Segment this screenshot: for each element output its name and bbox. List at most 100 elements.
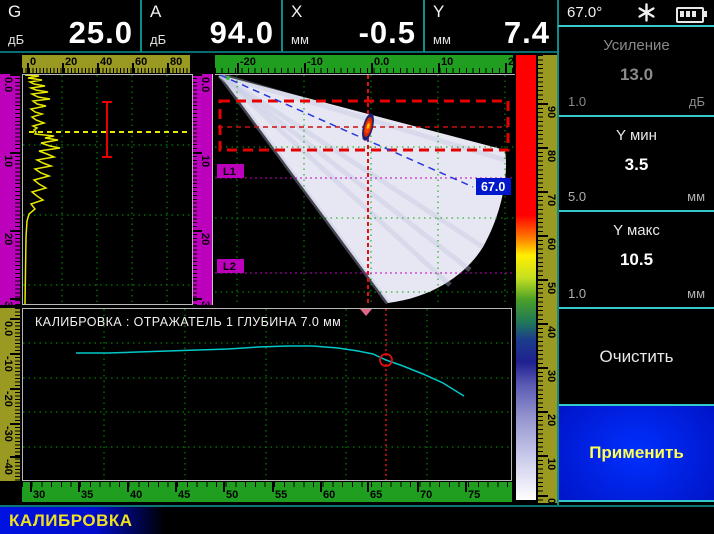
ruler-major-tick [538, 495, 548, 497]
ruler-tick-label: 0 [545, 498, 556, 503]
ruler-tick-label: 65 [370, 490, 382, 501]
ruler-major-tick [538, 147, 548, 149]
menu-item-step: 1.0 [568, 286, 586, 301]
menu-sidebar: Усиление 13.0 1.0 дБ Y мин 3.5 5.0 мм Y … [557, 27, 714, 505]
readout-label: A [150, 2, 161, 22]
readout-unit: дБ [150, 32, 166, 47]
menu-item-label: Y макс [559, 212, 714, 239]
ruler-major-tick [10, 318, 20, 320]
clear-button[interactable]: Очистить [559, 309, 714, 406]
ruler-tick-label: 10 [2, 155, 13, 167]
calibration-panel: КАЛИБРОВКА : ОТРАЖАТЕЛЬ 1 ГЛУБИНА 7.0 мм [22, 308, 512, 481]
calibration-curve [76, 346, 464, 396]
entry-point-dot [226, 76, 230, 80]
ruler-tick-label: 0.0 [199, 77, 210, 92]
beam-angle-label: 67.0 [481, 180, 505, 194]
battery-icon [676, 7, 704, 23]
menu-item-unit: дБ [689, 94, 705, 109]
ruler-major-tick [27, 63, 29, 73]
ruler-major-tick [538, 103, 548, 105]
calibration-db-ruler: 0.0-10-20-30-40 [0, 308, 20, 481]
ruler-tick-label: 70 [420, 490, 432, 501]
freeze-asterisk-icon [637, 3, 656, 22]
menu-item-ymin[interactable]: Y мин 3.5 5.0 мм [559, 117, 714, 212]
ruler-major-tick [10, 74, 20, 76]
status-info-cell: 67.0° [557, 0, 714, 27]
ruler-tick-label: 60 [545, 238, 556, 250]
ruler-major-tick [192, 230, 202, 232]
menu-item-unit: мм [687, 286, 705, 301]
ruler-tick-label: -20 [240, 57, 256, 68]
ruler-tick-label: 20 [2, 233, 13, 245]
apply-button[interactable]: Применить [559, 406, 714, 502]
sector-scan-plot: L1L267.0 [215, 75, 515, 305]
ruler-tick-label: 75 [468, 490, 480, 501]
readout-label: G [8, 2, 21, 22]
menu-item-label: Усиление [559, 27, 714, 54]
ruler-tick-label: 30 [199, 301, 210, 305]
ruler-tick-label: 40 [130, 490, 142, 501]
ruler-tick-label: 0.0 [2, 321, 13, 336]
ruler-tick-label: 10 [545, 458, 556, 470]
readout-label: Y [433, 2, 444, 22]
sscan-panel: L1L267.0 [215, 74, 515, 305]
ruler-tick-label: -40 [2, 459, 13, 475]
ruler-major-tick [30, 482, 32, 492]
ruler-major-tick [62, 63, 64, 73]
readout-value: -0.5 [359, 15, 416, 51]
ruler-major-tick [371, 63, 373, 73]
ruler-major-tick [538, 455, 548, 457]
ruler-major-tick [132, 63, 134, 73]
ruler-tick-label: 20 [65, 57, 77, 68]
ruler-major-tick [10, 388, 20, 390]
ruler-major-tick [538, 411, 548, 413]
ruler-major-tick [97, 63, 99, 73]
ruler-major-tick [192, 298, 202, 300]
ruler-tick-label: 10 [199, 155, 210, 167]
readout-y: Y мм 7.4 [425, 0, 557, 53]
calibration-curve-plot [23, 309, 511, 480]
readout-amplitude: A дБ 94.0 [142, 0, 283, 53]
amplitude-color-palette [516, 55, 536, 500]
ruler-major-tick [272, 482, 274, 492]
ruler-minor-ticks [22, 482, 512, 487]
ruler-tick-label: 50 [226, 490, 238, 501]
ruler-tick-label: 70 [545, 194, 556, 206]
probe-angle-value: 67.0° [567, 4, 602, 21]
ruler-major-tick [10, 230, 20, 232]
status-bar: КАЛИБРОВКА [0, 505, 714, 534]
ruler-minor-ticks [22, 68, 190, 73]
readout-unit: дБ [8, 32, 24, 47]
ruler-tick-label: 20 [545, 414, 556, 426]
menu-item-unit: мм [687, 189, 705, 204]
ruler-major-tick [10, 423, 20, 425]
ruler-tick-label: 0.0 [374, 57, 389, 68]
readout-value: 94.0 [210, 15, 274, 51]
calibration-title: КАЛИБРОВКА : ОТРАЖАТЕЛЬ 1 ГЛУБИНА 7.0 мм [35, 315, 341, 329]
ruler-major-tick [192, 74, 202, 76]
menu-item-gain[interactable]: Усиление 13.0 1.0 дБ [559, 27, 714, 117]
ruler-tick-label: 40 [100, 57, 112, 68]
ruler-major-tick [10, 353, 20, 355]
menu-item-step: 5.0 [568, 189, 586, 204]
ascan-trace-plot [23, 75, 192, 304]
mode-label: КАЛИБРОВКА [9, 511, 133, 531]
ascan-depth-ruler-right: 0.0102030 [192, 74, 213, 305]
ruler-major-tick [223, 482, 225, 492]
ascan-amplitude-ruler: 020406080 [22, 55, 190, 73]
ruler-tick-label: 90 [545, 106, 556, 118]
readout-x: X мм -0.5 [283, 0, 425, 53]
ruler-tick-label: -20 [2, 391, 13, 407]
calibration-angle-ruler: 30354045505560657075 [22, 482, 512, 502]
ruler-tick-label: 55 [275, 490, 287, 501]
position-marker-triangle [360, 309, 372, 316]
ascan-depth-ruler-left: 0.0102030 [0, 74, 20, 305]
ruler-minor-ticks [215, 68, 513, 73]
ruler-minor-ticks [15, 74, 20, 305]
ascan-panel [22, 74, 193, 305]
ruler-major-tick [538, 279, 548, 281]
layer-cursor-label: L2 [223, 261, 236, 273]
ruler-tick-label: 35 [81, 490, 93, 501]
menu-item-ymax[interactable]: Y макс 10.5 1.0 мм [559, 212, 714, 309]
ruler-major-tick [538, 235, 548, 237]
